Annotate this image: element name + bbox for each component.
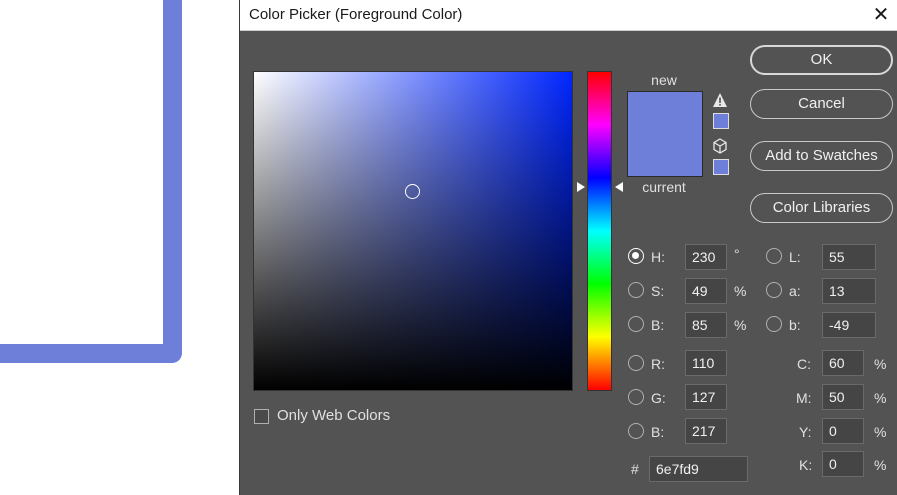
saturation-unit: % bbox=[734, 283, 747, 299]
lab-l-label: L: bbox=[789, 249, 801, 265]
saturation-radio[interactable] bbox=[628, 282, 644, 298]
blue-label: B: bbox=[651, 424, 665, 440]
close-icon[interactable]: ✕ bbox=[868, 2, 894, 28]
saturation-label: S: bbox=[651, 283, 665, 299]
lab-a-radio[interactable] bbox=[766, 282, 782, 298]
cyan-label: C: bbox=[797, 356, 811, 372]
yellow-field[interactable]: 0 bbox=[822, 418, 864, 444]
green-field[interactable]: 127 bbox=[685, 384, 727, 410]
canvas-blue-border bbox=[0, 0, 182, 363]
dialog-title: Color Picker (Foreground Color) bbox=[249, 6, 463, 23]
cancel-button[interactable]: Cancel bbox=[750, 89, 893, 119]
magenta-field[interactable]: 50 bbox=[822, 384, 864, 410]
yellow-label: Y: bbox=[799, 424, 812, 440]
red-field[interactable]: 110 bbox=[685, 350, 727, 376]
lab-a-label: a: bbox=[789, 283, 801, 299]
new-color-label: new bbox=[651, 72, 677, 88]
hue-unit: ° bbox=[734, 246, 740, 262]
only-web-colors-label: Only Web Colors bbox=[277, 407, 391, 424]
brightness-radio[interactable] bbox=[628, 316, 644, 332]
hex-label: # bbox=[631, 461, 639, 477]
brightness-label: B: bbox=[651, 317, 665, 333]
cyan-unit: % bbox=[874, 356, 887, 372]
lab-l-radio[interactable] bbox=[766, 248, 782, 264]
hex-field[interactable]: 6e7fd9 bbox=[649, 456, 748, 482]
web-safe-swatch[interactable] bbox=[713, 159, 729, 175]
brightness-unit: % bbox=[734, 317, 747, 333]
blue-field[interactable]: 217 bbox=[685, 418, 727, 444]
green-label: G: bbox=[651, 390, 666, 406]
cyan-field[interactable]: 60 bbox=[822, 350, 864, 376]
yellow-unit: % bbox=[874, 424, 887, 440]
lab-b-radio[interactable] bbox=[766, 316, 782, 332]
color-field-cursor[interactable] bbox=[405, 184, 420, 199]
black-label: K: bbox=[799, 457, 813, 473]
add-to-swatches-button[interactable]: Add to Swatches bbox=[750, 141, 893, 171]
black-field[interactable]: 0 bbox=[822, 451, 864, 477]
document-canvas bbox=[0, 0, 240, 495]
hue-slider[interactable] bbox=[587, 71, 612, 391]
green-radio[interactable] bbox=[628, 389, 644, 405]
color-field[interactable] bbox=[253, 71, 573, 391]
warning-triangle-icon[interactable] bbox=[712, 92, 728, 108]
current-color-label: current bbox=[642, 179, 686, 195]
current-color-swatch[interactable] bbox=[627, 134, 703, 177]
hue-label: H: bbox=[651, 249, 665, 265]
lab-l-field[interactable]: 55 bbox=[822, 244, 876, 270]
brightness-field[interactable]: 85 bbox=[685, 312, 727, 338]
dialog-titlebar: Color Picker (Foreground Color) ✕ bbox=[240, 0, 897, 31]
color-libraries-button[interactable]: Color Libraries bbox=[750, 193, 893, 223]
lab-a-field[interactable]: 13 bbox=[822, 278, 876, 304]
only-web-colors-checkbox[interactable] bbox=[254, 409, 269, 424]
lab-b-field[interactable]: -49 bbox=[822, 312, 876, 338]
hue-radio[interactable] bbox=[628, 248, 644, 264]
gamut-warning-swatch[interactable] bbox=[713, 113, 729, 129]
hue-slider-handle-left[interactable] bbox=[577, 182, 585, 192]
ok-button[interactable]: OK bbox=[750, 45, 893, 75]
red-radio[interactable] bbox=[628, 355, 644, 371]
color-picker-dialog: Color Picker (Foreground Color) ✕ new cu… bbox=[239, 0, 897, 495]
red-label: R: bbox=[651, 356, 665, 372]
saturation-field[interactable]: 49 bbox=[685, 278, 727, 304]
cube-icon[interactable] bbox=[712, 138, 728, 154]
lab-b-label: b: bbox=[789, 317, 801, 333]
hue-field[interactable]: 230 bbox=[685, 244, 727, 270]
hue-slider-handle-right[interactable] bbox=[615, 182, 623, 192]
magenta-unit: % bbox=[874, 390, 887, 406]
magenta-label: M: bbox=[796, 390, 812, 406]
blue-radio[interactable] bbox=[628, 423, 644, 439]
new-color-swatch bbox=[627, 91, 703, 134]
black-unit: % bbox=[874, 457, 887, 473]
